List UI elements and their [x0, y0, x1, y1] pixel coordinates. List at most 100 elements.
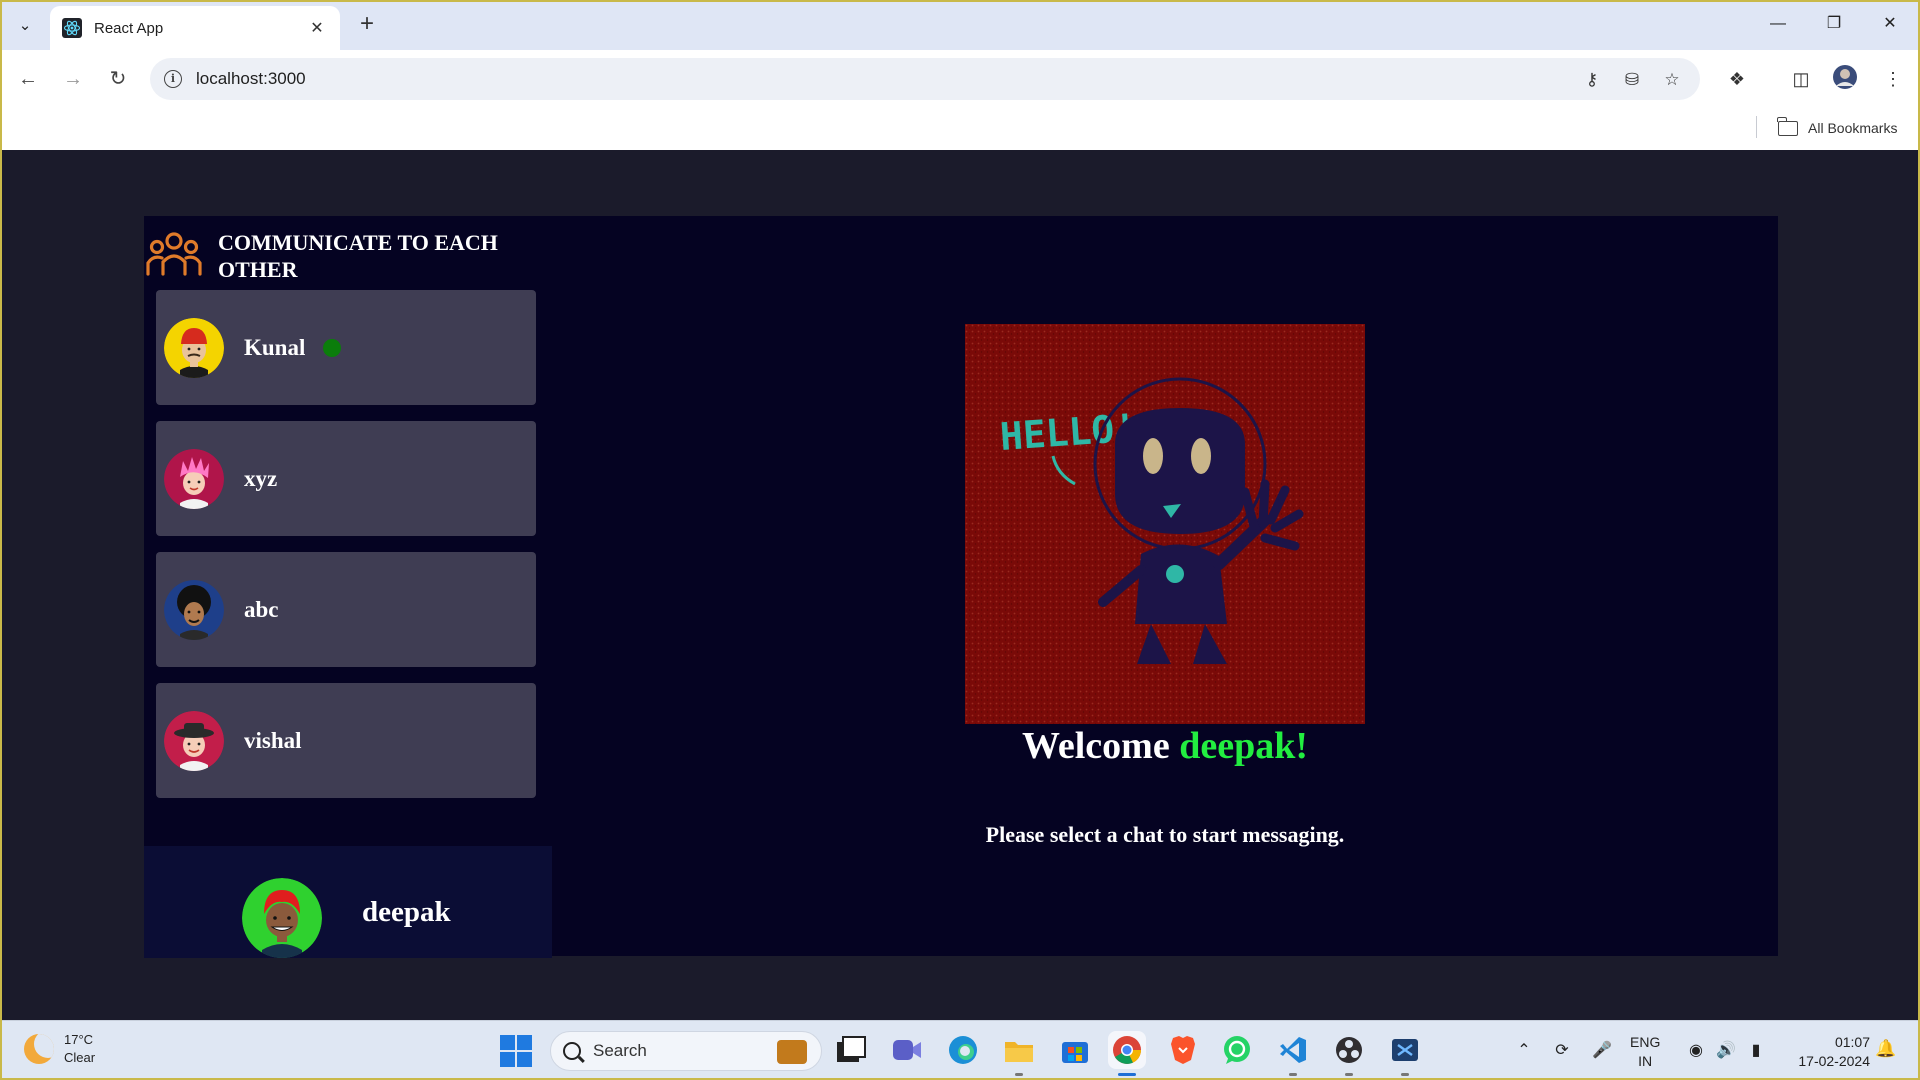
- user-list: Kunal xyz abc vishal: [144, 290, 552, 810]
- welcome-subtitle: Please select a chat to start messaging.: [985, 822, 1345, 847]
- system-clock[interactable]: 01:07 17-02-2024: [1782, 1033, 1870, 1071]
- current-user-avatar[interactable]: [242, 878, 322, 958]
- bookmark-star-icon[interactable]: ☆: [1660, 68, 1684, 92]
- online-status-indicator: [323, 338, 342, 357]
- profile-avatar-icon: [1833, 65, 1857, 89]
- brave-browser-icon[interactable]: [1164, 1031, 1202, 1069]
- weather-temp: 17°C: [64, 1032, 94, 1047]
- obs-icon[interactable]: [1330, 1031, 1368, 1069]
- install-app-icon[interactable]: ⛁: [1620, 68, 1644, 92]
- page-viewport: COMMUNICATE TO EACH OTHER Kunal xyz abc …: [2, 150, 1918, 1020]
- url-text[interactable]: localhost:3000: [196, 69, 306, 89]
- avatar-deepak-icon: [242, 878, 322, 958]
- whatsapp-icon[interactable]: [1218, 1031, 1256, 1069]
- extensions-icon[interactable]: ❖: [1722, 64, 1752, 94]
- sidebar: COMMUNICATE TO EACH OTHER Kunal xyz abc …: [144, 216, 552, 958]
- briefcase-icon: [777, 1040, 807, 1064]
- tab-search-chevron-icon[interactable]: ⌄: [10, 10, 40, 40]
- clock-time: 01:07: [1834, 1034, 1870, 1050]
- avatar: [164, 579, 224, 640]
- microphone-icon[interactable]: 🎤: [1590, 1039, 1614, 1063]
- navigation-bar: ← → ↻ i localhost:3000 ⚷ ⛁ ☆ ❖ ◫ ⋮: [0, 50, 1920, 108]
- file-explorer-running-indicator: [1015, 1073, 1023, 1076]
- vscode-running-indicator: [1289, 1073, 1297, 1076]
- taskbar: 17°C Clear Search ⌃ ⟳ 🎤 ENG IN ◉ 🔊 ▮ 01:…: [0, 1020, 1920, 1080]
- show-hidden-icons-icon[interactable]: ⌃: [1512, 1039, 1536, 1063]
- sidebar-title-line1: COMMUNICATE TO EACH: [218, 230, 498, 255]
- sidebar-header: COMMUNICATE TO EACH OTHER: [144, 226, 552, 286]
- user-name: xyz: [244, 465, 278, 491]
- bookmarks-separator: [1756, 116, 1757, 138]
- volume-icon[interactable]: 🔊: [1714, 1039, 1738, 1063]
- minimize-icon[interactable]: —: [1758, 8, 1798, 40]
- new-tab-button[interactable]: +: [352, 10, 382, 40]
- snipping-tool-icon[interactable]: [1386, 1031, 1424, 1069]
- edge-browser-icon[interactable]: [944, 1031, 982, 1069]
- search-icon: [563, 1042, 581, 1060]
- network-globe-icon[interactable]: ◉: [1684, 1039, 1708, 1063]
- moon-icon: [24, 1034, 54, 1064]
- weather-desc: Clear: [64, 1050, 96, 1065]
- forward-icon[interactable]: →: [58, 64, 88, 94]
- user-card-vishal[interactable]: vishal: [156, 683, 536, 798]
- welcome-heading: Welcome deepak!: [552, 724, 1778, 768]
- site-info-icon[interactable]: i: [164, 70, 182, 88]
- browser-tab[interactable]: React App ✕: [50, 6, 340, 50]
- avatar: [164, 448, 224, 509]
- microsoft-store-icon[interactable]: [1056, 1031, 1094, 1069]
- bookmarks-bar: All Bookmarks: [0, 108, 1920, 150]
- obs-running-indicator: [1345, 1073, 1353, 1076]
- snipping-running-indicator: [1401, 1073, 1409, 1076]
- current-user-name: deepak: [362, 896, 451, 928]
- chrome-active-indicator: [1118, 1073, 1136, 1076]
- close-window-icon[interactable]: ✕: [1870, 8, 1910, 40]
- all-bookmarks-button[interactable]: All Bookmarks: [1777, 116, 1898, 140]
- taskbar-search[interactable]: Search: [550, 1031, 822, 1071]
- menu-kebab-icon[interactable]: ⋮: [1878, 64, 1908, 94]
- group-people-icon: [146, 232, 202, 276]
- all-bookmarks-label: All Bookmarks: [1808, 120, 1898, 136]
- language-indicator[interactable]: ENG IN: [1630, 1033, 1660, 1071]
- chat-container: COMMUNICATE TO EACH OTHER Kunal xyz abc …: [144, 216, 1778, 958]
- user-name: vishal: [244, 727, 302, 753]
- notification-bell-icon[interactable]: 🔔: [1874, 1039, 1898, 1063]
- task-view-icon[interactable]: [832, 1031, 870, 1069]
- battery-icon[interactable]: ▮: [1744, 1039, 1768, 1063]
- avatar-kunal-icon: [164, 317, 224, 378]
- profile-avatar[interactable]: [1830, 64, 1860, 94]
- weather-widget[interactable]: 17°C Clear: [24, 1031, 95, 1067]
- back-icon[interactable]: ←: [13, 64, 43, 94]
- welcome-panel: HELLO! Welcome deepak! Please select a c: [552, 216, 1778, 956]
- tab-close-icon[interactable]: ✕: [306, 18, 328, 38]
- side-panel-icon[interactable]: ◫: [1786, 64, 1816, 94]
- sync-icon[interactable]: ⟳: [1550, 1039, 1574, 1063]
- weather-text: 17°C Clear: [64, 1031, 95, 1067]
- restore-icon[interactable]: ❐: [1814, 8, 1854, 40]
- avatar: [164, 317, 224, 378]
- language-top: ENG: [1630, 1034, 1661, 1050]
- vscode-icon[interactable]: [1274, 1031, 1312, 1069]
- clock-date: 17-02-2024: [1798, 1053, 1870, 1069]
- windows-start-icon[interactable]: [500, 1035, 532, 1067]
- user-card-abc[interactable]: abc: [156, 552, 536, 667]
- folder-icon: [1777, 116, 1798, 136]
- file-explorer-icon[interactable]: [1000, 1031, 1038, 1069]
- reload-icon[interactable]: ↻: [103, 64, 133, 94]
- chrome-icon[interactable]: [1108, 1031, 1146, 1069]
- user-card-kunal[interactable]: Kunal: [156, 290, 536, 405]
- user-card-xyz[interactable]: xyz: [156, 421, 536, 536]
- react-logo-icon: [62, 18, 82, 38]
- address-bar[interactable]: i localhost:3000 ⚷ ⛁ ☆: [150, 58, 1700, 100]
- avatar: [164, 710, 224, 771]
- sidebar-title-line2: OTHER: [218, 257, 298, 282]
- taskbar-search-label: Search: [593, 1041, 647, 1060]
- teams-meet-icon[interactable]: [888, 1031, 926, 1069]
- user-name: Kunal: [244, 334, 306, 360]
- avatar-xyz-icon: [164, 448, 224, 509]
- avatar-vishal-icon: [164, 710, 224, 771]
- user-name: abc: [244, 596, 279, 622]
- password-key-icon[interactable]: ⚷: [1580, 68, 1604, 92]
- hello-robot-image: HELLO!: [965, 324, 1365, 724]
- welcome-username: deepak!: [1179, 725, 1308, 767]
- sidebar-title: COMMUNICATE TO EACH OTHER: [218, 229, 498, 283]
